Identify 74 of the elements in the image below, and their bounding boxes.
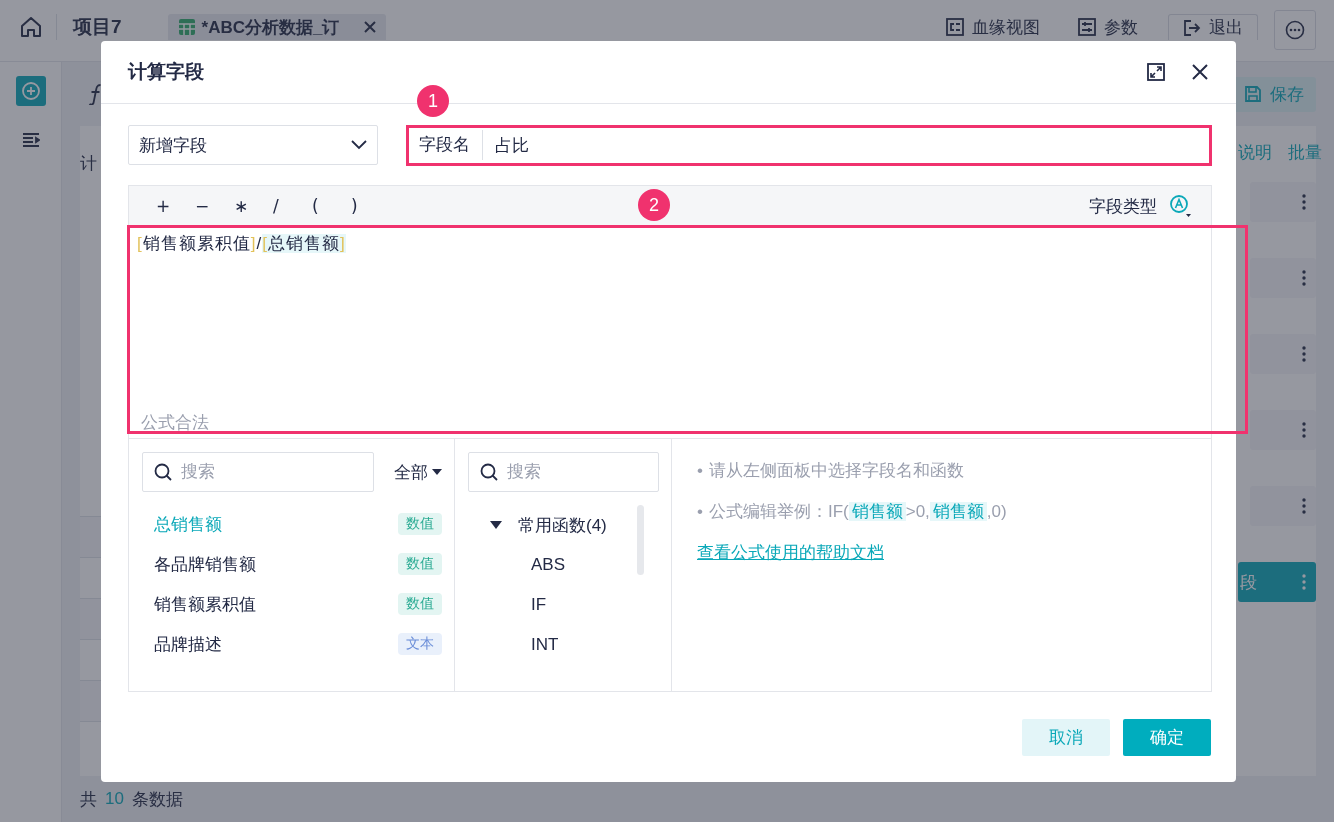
field-item[interactable]: 品牌描述 xyxy=(154,632,222,656)
kebab-icon[interactable] xyxy=(1302,346,1306,362)
select-value: 新增字段 xyxy=(139,134,207,157)
field-card[interactable] xyxy=(1250,182,1316,222)
search-icon xyxy=(154,463,172,481)
function-item[interactable]: ABS xyxy=(531,545,566,585)
operator-button[interactable]: / xyxy=(273,196,312,216)
operator-button[interactable]: ( xyxy=(312,196,351,216)
more-icon xyxy=(1285,20,1305,40)
close-icon[interactable] xyxy=(1191,63,1209,81)
search-field[interactable]: 搜索 xyxy=(468,452,659,492)
operator-button[interactable]: − xyxy=(195,196,234,216)
field-card[interactable] xyxy=(1250,258,1316,298)
bullet: • xyxy=(697,501,703,522)
save-icon xyxy=(1244,85,1262,103)
spreadsheet-icon xyxy=(177,18,196,36)
function-group[interactable]: 常用函数(4) xyxy=(468,505,613,545)
field-card[interactable] xyxy=(1250,334,1316,374)
project-title: 项目7 xyxy=(56,14,122,40)
filter-dropdown[interactable]: 全部 xyxy=(394,460,442,484)
toolbar-button[interactable]: 参数 xyxy=(1078,14,1138,40)
expand-icon[interactable] xyxy=(1147,63,1165,81)
field-name-label: 字段名 xyxy=(418,134,471,156)
help-tip: 请从左侧面板中选择字段名和函数 xyxy=(708,460,964,482)
kebab-icon[interactable] xyxy=(1302,422,1306,438)
sliders-icon xyxy=(1078,18,1096,36)
mode-select[interactable]: 新增字段 xyxy=(128,125,378,165)
formula-text[interactable]: [销售额累积值]/[总销售额] xyxy=(137,232,346,255)
list-icon[interactable] xyxy=(21,132,40,148)
add-icon xyxy=(20,81,41,101)
toolbar-button[interactable]: 血缘视图 xyxy=(946,14,1040,40)
field-item[interactable]: 销售额累积值 xyxy=(154,592,256,616)
dialog-title: 计算字段 xyxy=(128,60,204,84)
field-card[interactable] xyxy=(1250,486,1316,526)
card-label: 段 xyxy=(1240,571,1257,594)
row-count: 10 xyxy=(105,789,124,809)
more-button[interactable] xyxy=(1274,10,1316,50)
type-tag: 数值 xyxy=(398,513,442,535)
caret-down-icon xyxy=(432,469,442,475)
file-tab[interactable]: *ABC分析数据_订 xyxy=(167,14,386,40)
type-dropdown-icon[interactable] xyxy=(1169,194,1191,218)
type-tag: 数值 xyxy=(398,553,442,575)
type-tag: 文本 xyxy=(398,633,442,655)
search-field[interactable]: 搜索 xyxy=(142,452,374,492)
field-card[interactable] xyxy=(1250,410,1316,450)
scrollbar[interactable] xyxy=(637,505,644,575)
exit-icon xyxy=(1183,18,1201,37)
operator-button[interactable]: ) xyxy=(351,196,390,216)
lineage-icon xyxy=(946,18,964,36)
function-item[interactable]: INT xyxy=(531,625,559,665)
kebab-icon[interactable] xyxy=(1302,498,1306,514)
kebab-icon[interactable] xyxy=(1302,194,1306,210)
step-number: 1 xyxy=(417,85,449,117)
kebab-icon[interactable] xyxy=(1302,270,1306,286)
field-type-label: 字段类型 xyxy=(1089,195,1157,218)
formula-status: 公式合法 xyxy=(140,412,209,434)
type-tag: 数值 xyxy=(398,593,442,615)
section-label: 计 xyxy=(80,153,98,175)
footer-label: 共 xyxy=(80,788,97,811)
function-item[interactable]: IF xyxy=(531,585,547,625)
help-tip: 公式编辑举例：IF( 销售额 >0, 销售额 ,0) xyxy=(708,501,1007,523)
operator-button[interactable]: + xyxy=(156,196,195,216)
exit-button[interactable]: 退出 xyxy=(1168,14,1258,40)
formula-icon xyxy=(88,83,102,105)
chevron-down-icon xyxy=(351,140,367,150)
tab-label: *ABC分析数据_订 xyxy=(201,16,340,39)
bullet: • xyxy=(697,460,703,481)
search-icon xyxy=(480,463,498,481)
operator-button[interactable]: ∗ xyxy=(234,196,273,216)
caret-down-icon xyxy=(490,520,502,530)
field-name-input[interactable]: 占比 xyxy=(483,134,1201,156)
home-icon[interactable] xyxy=(20,17,42,37)
field-item[interactable]: 各品牌销售额 xyxy=(154,552,256,576)
footer-label: 条数据 xyxy=(131,788,183,811)
